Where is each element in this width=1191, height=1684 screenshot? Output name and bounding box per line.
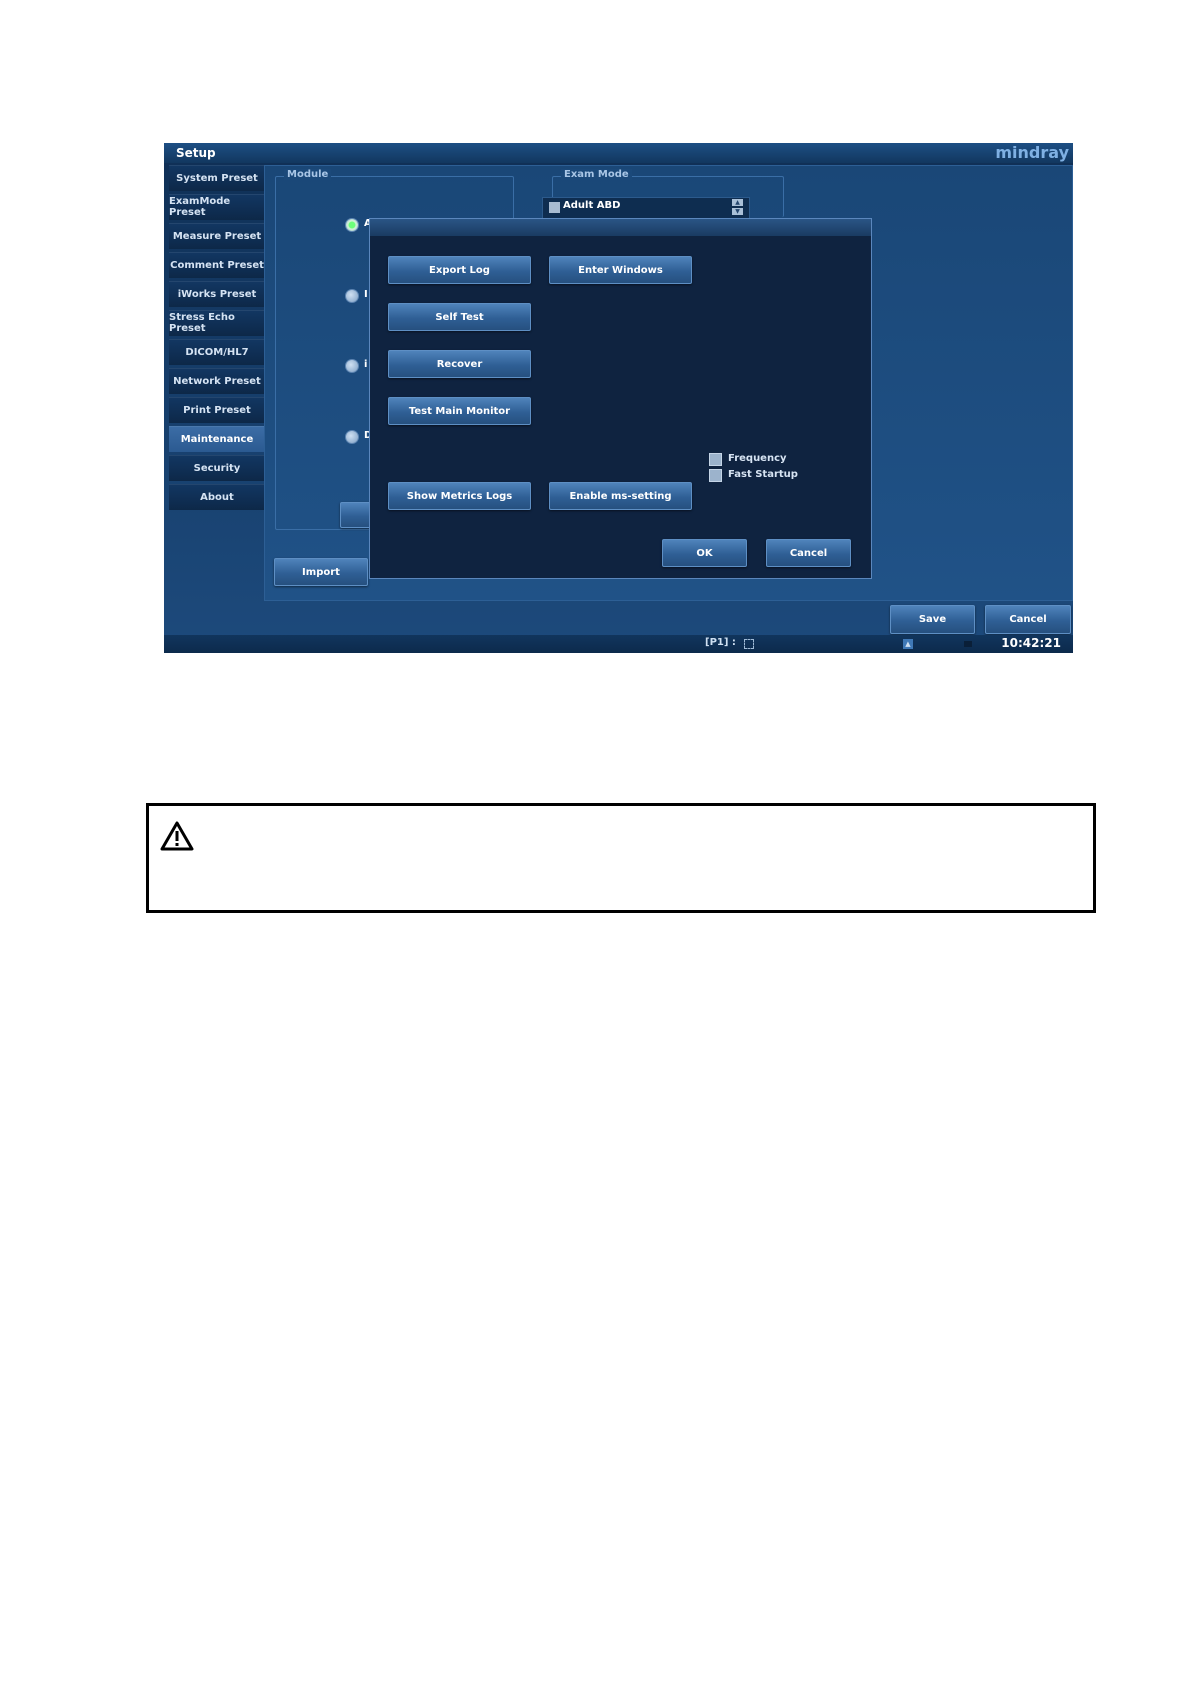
title-bar: Setup mindray	[164, 143, 1073, 163]
module-radio-2[interactable]	[345, 289, 359, 303]
warning-icon	[160, 821, 194, 851]
sidebar: System Preset ExamMode Preset Measure Pr…	[169, 165, 265, 513]
frequency-label: Frequency	[728, 453, 787, 464]
module-radio-2-label: I	[364, 289, 368, 300]
frequency-checkbox[interactable]	[709, 453, 722, 466]
arrow-up-icon: ▲	[903, 639, 913, 649]
sidebar-item-comment-preset[interactable]: Comment Preset	[169, 252, 265, 278]
scroll-down-icon[interactable]: ▼	[732, 208, 743, 215]
exam-mode-item-label: Adult ABD	[563, 200, 621, 211]
indicator-icon	[964, 641, 972, 647]
sidebar-item-dicom-hl7[interactable]: DICOM/HL7	[169, 339, 265, 365]
sidebar-item-print-preset[interactable]: Print Preset	[169, 397, 265, 423]
sidebar-item-stress-echo-preset[interactable]: Stress Echo Preset	[169, 310, 265, 336]
scroll-up-icon[interactable]: ▲	[732, 199, 743, 206]
test-main-monitor-button[interactable]: Test Main Monitor	[388, 397, 531, 425]
warning-box	[146, 803, 1096, 913]
cancel-button[interactable]: Cancel	[985, 605, 1071, 634]
ok-button[interactable]: OK	[662, 539, 747, 567]
clock: 10:42:21	[1001, 636, 1061, 650]
probe-status-icon	[744, 639, 754, 649]
enable-ms-setting-button[interactable]: Enable ms-setting	[549, 482, 692, 510]
module-radio-3[interactable]	[345, 359, 359, 373]
window-title: Setup	[176, 146, 216, 160]
sidebar-item-exammode-preset[interactable]: ExamMode Preset	[169, 194, 265, 220]
dialog-header	[370, 219, 871, 236]
enter-windows-button[interactable]: Enter Windows	[549, 256, 692, 284]
sidebar-item-security[interactable]: Security	[169, 455, 265, 481]
dialog-cancel-button[interactable]: Cancel	[766, 539, 851, 567]
module-radio-3-label: i	[364, 359, 368, 370]
export-log-button[interactable]: Export Log	[388, 256, 531, 284]
self-test-button[interactable]: Self Test	[388, 303, 531, 331]
status-bar: [P1] : ▲ 10:42:21	[164, 635, 1073, 653]
exam-mode-item-checkbox[interactable]	[549, 202, 560, 213]
exam-mode-group-title: Exam Mode	[561, 169, 632, 180]
fast-startup-label: Fast Startup	[728, 469, 798, 480]
sidebar-item-network-preset[interactable]: Network Preset	[169, 368, 265, 394]
sidebar-item-iworks-preset[interactable]: iWorks Preset	[169, 281, 265, 307]
show-metrics-logs-button[interactable]: Show Metrics Logs	[388, 482, 531, 510]
maintenance-dialog: Export Log Enter Windows Self Test Recov…	[369, 218, 872, 579]
recover-button[interactable]: Recover	[388, 350, 531, 378]
import-button[interactable]: Import	[274, 558, 368, 586]
sidebar-item-about[interactable]: About	[169, 484, 265, 510]
sidebar-item-maintenance[interactable]: Maintenance	[169, 426, 265, 452]
fast-startup-checkbox[interactable]	[709, 469, 722, 482]
probe-indicator: [P1] :	[705, 637, 736, 648]
sidebar-item-measure-preset[interactable]: Measure Preset	[169, 223, 265, 249]
setup-screen: Setup mindray System Preset ExamMode Pre…	[164, 143, 1073, 653]
save-button[interactable]: Save	[890, 605, 975, 634]
module-group-title: Module	[284, 169, 332, 180]
sidebar-item-system-preset[interactable]: System Preset	[169, 165, 265, 191]
module-radio-4[interactable]	[345, 430, 359, 444]
module-radio-1[interactable]	[345, 218, 359, 232]
brand-logo: mindray	[995, 143, 1069, 162]
